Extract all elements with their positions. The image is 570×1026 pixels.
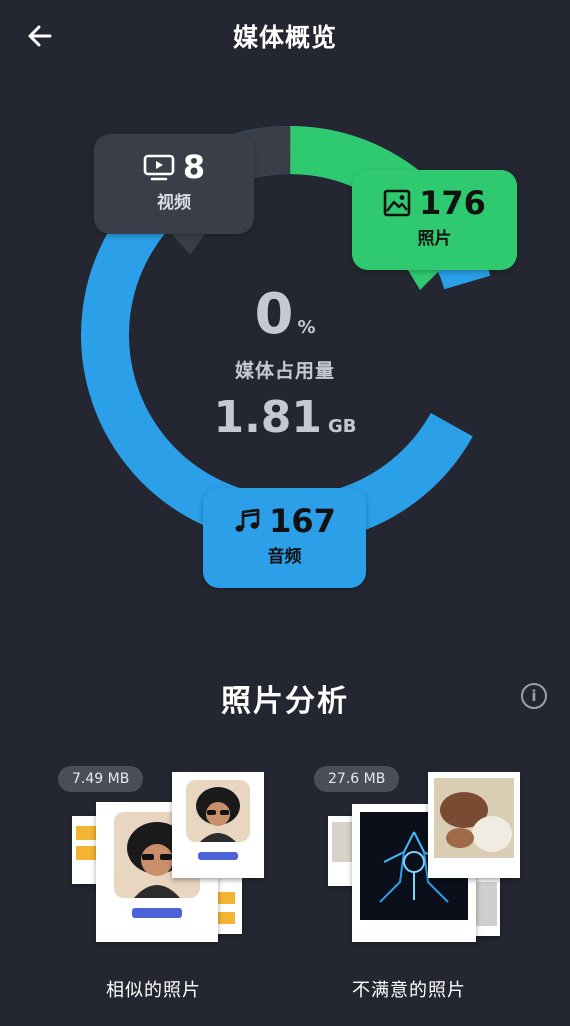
unsatisfied-photos-size: 27.6 MB <box>314 766 400 792</box>
photo-badge[interactable]: 176 照片 <box>352 170 517 270</box>
video-badge[interactable]: 8 视频 <box>94 134 254 234</box>
page-title: 媒体概览 <box>232 23 337 52</box>
usage-percent-value: 0 <box>254 282 294 347</box>
music-note-icon <box>235 508 260 532</box>
usage-size: 1.81 GB <box>0 392 570 443</box>
info-icon[interactable]: i <box>521 683 547 709</box>
video-pointer <box>172 234 205 255</box>
similar-photo-thumb-right <box>214 878 242 934</box>
usage-percent: 0% <box>0 282 570 347</box>
usage-label: 媒体占用量 <box>234 360 335 382</box>
usage-percent-unit: % <box>297 317 316 338</box>
similar-photos-card[interactable]: 7.49 MB <box>56 766 276 946</box>
audio-label: 音频 <box>267 547 302 567</box>
unsatisfied-photo-thumb-right <box>472 876 500 936</box>
similar-photo-back <box>172 772 264 878</box>
similar-photos-label: 相似的照片 <box>106 980 201 1001</box>
similar-photos-size: 7.49 MB <box>58 766 144 792</box>
photo-analysis-title: 照片分析 <box>221 684 349 719</box>
video-count: 8 <box>182 148 206 186</box>
unsatisfied-photo-back <box>428 772 520 878</box>
tv-icon <box>143 154 175 181</box>
image-icon <box>383 189 411 217</box>
usage-size-unit: GB <box>328 416 357 437</box>
video-label: 视频 <box>157 193 191 213</box>
header-bar: 媒体概览 <box>0 0 570 76</box>
audio-badge[interactable]: 167 音频 <box>203 488 366 588</box>
usage-size-value: 1.81 <box>213 392 323 443</box>
photo-count: 176 <box>419 184 486 222</box>
unsatisfied-photos-card[interactable]: 27.6 MB <box>314 766 534 946</box>
audio-count: 167 <box>269 502 336 540</box>
unsatisfied-photos-label: 不满意的照片 <box>352 980 466 1001</box>
photo-label: 照片 <box>417 229 452 249</box>
